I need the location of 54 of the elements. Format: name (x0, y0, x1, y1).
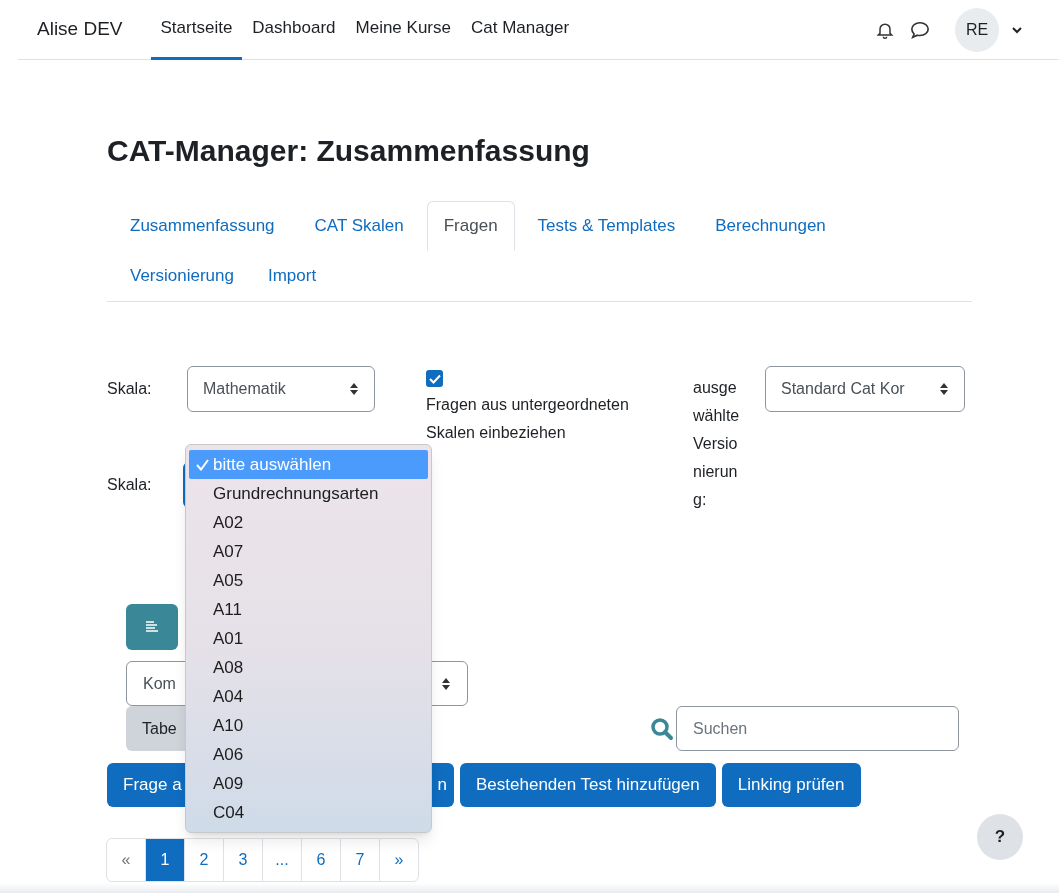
dropdown-option[interactable]: A06 (189, 740, 428, 769)
page-link[interactable]: ... (262, 838, 302, 882)
dropdown-option[interactable]: A10 (189, 711, 428, 740)
chevron-down-icon[interactable] (1011, 25, 1023, 34)
include-checkbox[interactable] (426, 370, 443, 387)
version-label: ausgewählte Versionierung: (693, 378, 741, 510)
chat-bubble-icon[interactable] (909, 19, 931, 40)
dropdown-option[interactable]: A07 (189, 537, 428, 566)
page-link[interactable]: 1 (145, 838, 185, 882)
page-link[interactable]: 7 (340, 838, 380, 882)
list-toggle-button[interactable] (126, 604, 178, 650)
search-icon (650, 716, 674, 741)
dropdown-option[interactable]: A05 (189, 566, 428, 595)
version-select[interactable]: Standard Cat Kor (765, 366, 965, 412)
search-field[interactable]: Suchen (676, 706, 959, 751)
checkbox-label: Fragen aus untergeordneten Skalen einbeziehen (426, 395, 630, 443)
tab[interactable]: Versionierung (113, 251, 251, 301)
dropdown-option[interactable]: A01 (189, 624, 428, 653)
updown-icon (349, 382, 359, 396)
nav-link[interactable]: Startseite (150, 0, 243, 60)
page-link[interactable]: 6 (301, 838, 341, 882)
dropdown-option[interactable]: A02 (189, 508, 428, 537)
action-button[interactable]: Bestehenden Test hinzufügen (460, 763, 716, 807)
dropdown-option[interactable]: A04 (189, 682, 428, 711)
dropdown-option[interactable]: Grundrechnungsarten (189, 479, 428, 508)
tab[interactable]: Import (250, 251, 334, 301)
nav-link[interactable]: Cat Manager (460, 0, 580, 60)
help-button[interactable]: ? (977, 814, 1023, 860)
tab[interactable]: Zusammenfassung (113, 201, 292, 251)
page-link[interactable]: « (106, 838, 146, 882)
dropdown-option[interactable]: A08 (189, 653, 428, 682)
tab[interactable]: Tests & Templates (520, 201, 693, 251)
scale-select[interactable]: Mathematik (187, 366, 375, 412)
scale-label: Skala: (107, 475, 153, 495)
updown-icon (939, 382, 949, 396)
page-link[interactable]: 2 (184, 838, 224, 882)
nav-link[interactable]: Meine Kurse (345, 0, 461, 60)
check-icon (196, 458, 209, 471)
text-lines-icon (143, 619, 161, 635)
page-link[interactable]: 3 (223, 838, 263, 882)
site-brand[interactable]: Alise DEV (37, 15, 123, 44)
action-button[interactable]: Linking prüfen (721, 763, 861, 807)
tab[interactable]: CAT Skalen (297, 201, 421, 251)
nav-link[interactable]: Dashboard (242, 0, 346, 60)
dropdown-option[interactable]: A11 (189, 595, 428, 624)
updown-icon (441, 676, 451, 691)
user-avatar[interactable]: RE (955, 7, 999, 52)
dropdown-option[interactable]: C04 (189, 798, 428, 827)
dropdown-option[interactable]: A09 (189, 769, 428, 798)
tab[interactable]: Fragen (426, 201, 515, 251)
page-link[interactable]: » (379, 838, 419, 882)
page-title: CAT-Manager: Zusammenfassung (107, 133, 591, 169)
scale-label: Skala: (107, 379, 153, 399)
tab[interactable]: Berechnungen (698, 201, 843, 251)
